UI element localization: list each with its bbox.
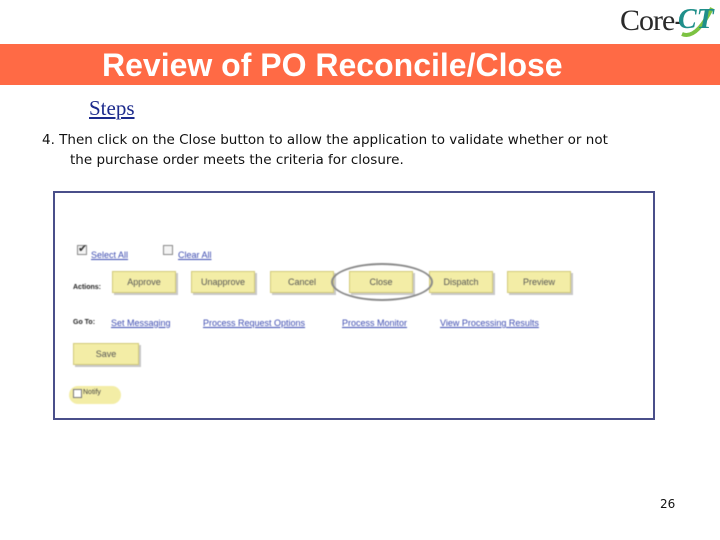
goto-link-process-monitor[interactable]: Process Monitor [342,318,407,328]
instruction-text: 4. Then click on the Close button to all… [42,130,692,170]
page-number: 26 [660,497,676,511]
steps-heading: Steps [89,96,135,120]
dispatch-button[interactable]: Dispatch [429,271,493,293]
screenshot-frame: Select All Clear All Actions: Approve Un… [53,191,655,420]
instruction-line-2: the purchase order meets the criteria fo… [70,152,404,168]
select-all-link[interactable]: Select All [91,250,128,260]
slide-title: Review of PO Reconcile/Close [102,47,563,83]
clear-all-checkbox[interactable] [163,245,173,255]
title-bar: Review of PO Reconcile/Close [0,44,720,85]
close-highlight-ring [331,263,433,301]
notify-checkbox[interactable] [73,389,82,398]
instruction-line-1: 4. Then click on the Close button to all… [42,132,608,148]
logo-ct-text: CT [678,4,714,35]
core-ct-logo: Core- CT [620,4,716,44]
logo-ct-mark: CT [678,4,716,42]
clear-all-link[interactable]: Clear All [178,250,212,260]
goto-link-set-messaging[interactable]: Set Messaging [111,318,171,328]
goto-link-process-request-options[interactable]: Process Request Options [203,318,305,328]
select-all-checkbox[interactable] [77,242,87,255]
approve-button[interactable]: Approve [112,271,176,293]
cancel-button[interactable]: Cancel [270,271,334,293]
actions-label: Actions: [73,284,101,291]
goto-link-view-processing-results[interactable]: View Processing Results [440,318,539,328]
unapprove-button[interactable]: Unapprove [191,271,255,293]
goto-label: Go To: [73,319,96,326]
save-button[interactable]: Save [73,343,139,365]
logo-core-text: Core- [620,4,684,37]
preview-button[interactable]: Preview [507,271,571,293]
notify-label: Notify [83,389,101,396]
